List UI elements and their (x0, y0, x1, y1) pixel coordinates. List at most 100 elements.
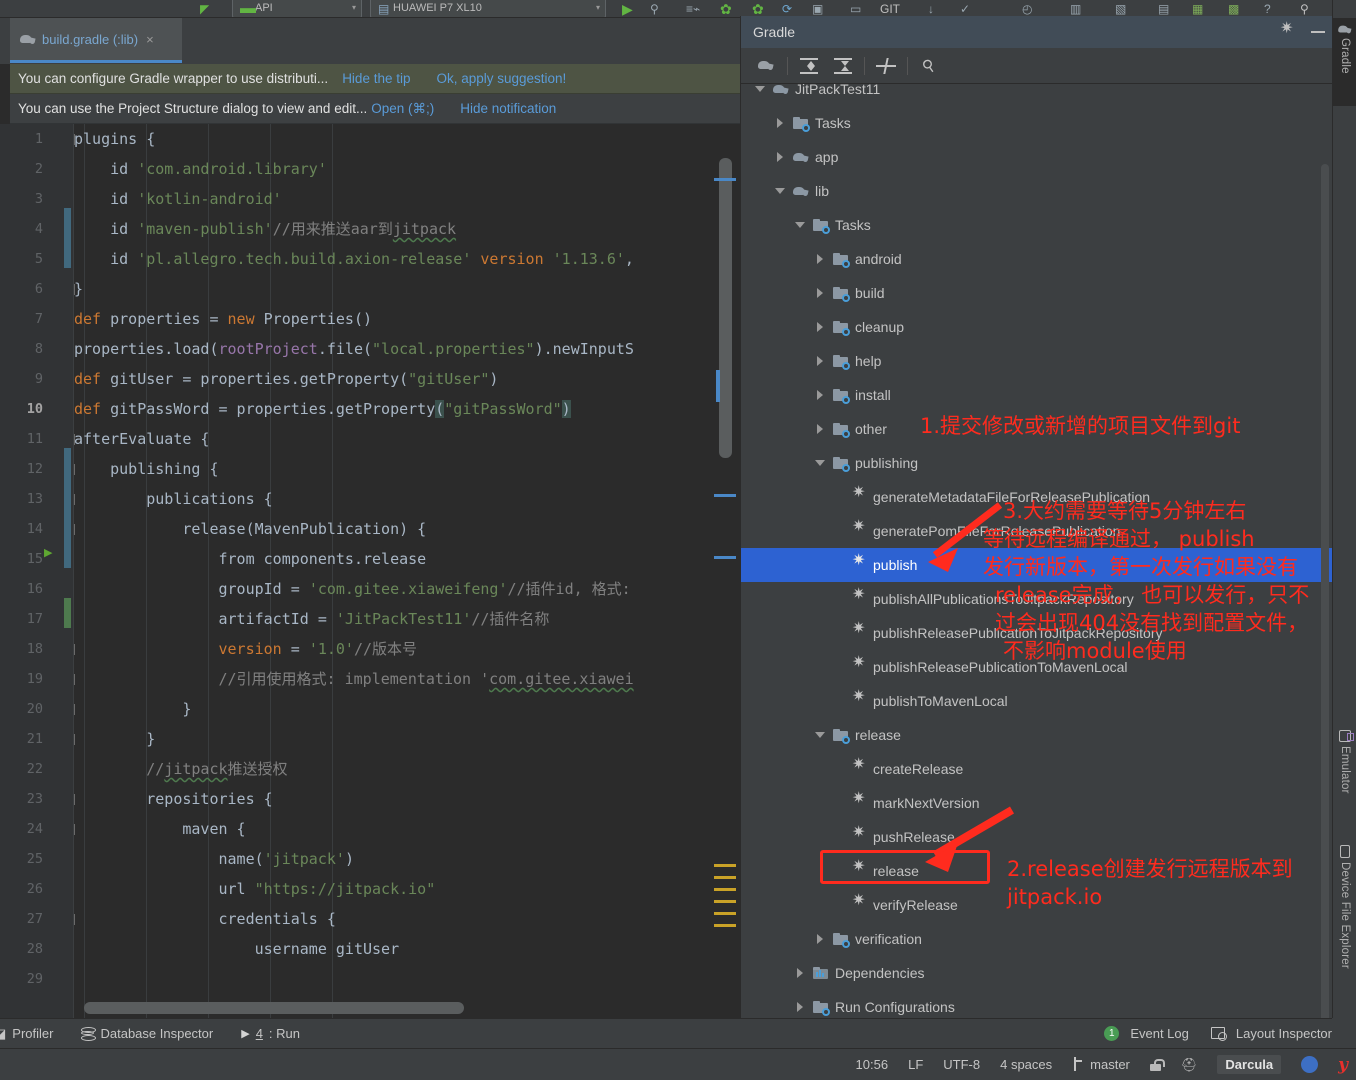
tree-item-other[interactable]: other (741, 412, 1333, 446)
run-gutter-icon[interactable]: ▶ (44, 538, 52, 568)
status-branch[interactable]: master (1072, 1057, 1130, 1072)
bottom-button-event-log[interactable]: 1 Event Log (1104, 1025, 1189, 1041)
tree-item-marknextversion[interactable]: markNextVersion (741, 786, 1333, 820)
chevron-right-icon[interactable] (815, 423, 827, 435)
tree-item-tasks[interactable]: Tasks (741, 208, 1333, 242)
chevron-right-icon[interactable] (815, 287, 827, 299)
device-combo[interactable]: HUAWEI P7 XL10 ▾ (370, 0, 606, 17)
collapse-all-icon[interactable] (826, 52, 860, 80)
bottom-button-run[interactable]: ▶ 4: Run (241, 1026, 300, 1041)
hide-notification-link[interactable]: Hide notification (460, 101, 556, 116)
tree-item-install[interactable]: install (741, 378, 1333, 412)
lock-icon[interactable] (1149, 1058, 1165, 1071)
strip-button-emulator[interactable]: Emulator (1333, 730, 1356, 794)
bottom-button-profiler[interactable]: ◪ Profiler (0, 1026, 53, 1042)
tree-item-pushrelease[interactable]: pushRelease (741, 820, 1333, 854)
status-theme[interactable]: Darcula (1217, 1055, 1282, 1074)
tree-item-createrelease[interactable]: createRelease (741, 752, 1333, 786)
toggle-offline-icon[interactable] (869, 52, 903, 80)
tree-item-release[interactable]: release (741, 718, 1333, 752)
fold-marker[interactable]: ▾ (74, 824, 75, 835)
strip-button-device-file-explorer[interactable]: Device File Explorer (1333, 845, 1356, 969)
chevron-right-icon[interactable] (815, 389, 827, 401)
chevron-right-icon[interactable] (815, 933, 827, 945)
tree-item-android[interactable]: android (741, 242, 1333, 276)
fold-marker[interactable]: ▾ (74, 914, 75, 925)
tree-item-publishreleasepublicationtomavenlocal[interactable]: publishReleasePublicationToMavenLocal (741, 650, 1333, 684)
tree-item-publishreleasepublicationtojitpackrepository[interactable]: publishReleasePublicationToJitpackReposi… (741, 616, 1333, 650)
chevron-right-icon[interactable] (815, 355, 827, 367)
inspector-hat-icon[interactable]: ⛑ (1181, 1057, 1198, 1073)
close-icon[interactable]: × (146, 32, 154, 47)
tree-item-publishtomavenlocal[interactable]: publishToMavenLocal (741, 684, 1333, 718)
tree-item-generatepomfileforreleasepublication[interactable]: generatePomFileForReleasePublication (741, 514, 1333, 548)
status-line-separator[interactable]: LF (908, 1057, 923, 1072)
tree-item-cleanup[interactable]: cleanup (741, 310, 1333, 344)
avd-icon[interactable]: ✿ (720, 0, 732, 17)
chevron-right-icon[interactable] (815, 253, 827, 265)
chevron-down-icon[interactable] (795, 219, 807, 231)
tree-item-publish[interactable]: publish (741, 548, 1333, 582)
tree-item-publishallpublicationstojitpackrepository[interactable]: publishAllPublicationsToJitpackRepositor… (741, 582, 1333, 616)
fold-marker[interactable]: ▾ (74, 434, 75, 445)
chevron-down-icon[interactable] (775, 185, 787, 197)
wrench-icon[interactable]: ⚲ (912, 52, 946, 80)
strip-button-gradle[interactable]: Gradle (1333, 18, 1356, 106)
gradle-refresh-icon[interactable] (749, 52, 783, 80)
editor-horizontal-scrollbar[interactable] (84, 1002, 464, 1014)
hide-the-tip-link[interactable]: Hide the tip (342, 71, 410, 86)
fold-marker[interactable]: ▾ (74, 644, 75, 655)
gradle-task-tree[interactable]: JitPackTest11 Tasks app lib Tasks android buil… (741, 84, 1333, 1018)
status-indent[interactable]: 4 spaces (1000, 1057, 1052, 1072)
tree-item-verifyrelease[interactable]: verifyRelease (741, 888, 1333, 922)
chevron-right-icon[interactable] (795, 1001, 807, 1013)
chevron-down-icon[interactable] (815, 729, 827, 741)
fold-marker[interactable]: ▴ (74, 284, 75, 295)
fold-marker[interactable]: ▾ (74, 494, 75, 505)
profile-icon[interactable]: ≡⌁ (686, 0, 700, 17)
minimize-icon[interactable] (1311, 31, 1325, 33)
tree-item-verification[interactable]: verification (741, 922, 1333, 956)
editor-tab-build-gradle[interactable]: build.gradle (:lib) × (10, 18, 182, 63)
chevron-right-icon[interactable] (775, 151, 787, 163)
apply-suggestion-link[interactable]: Ok, apply suggestion! (436, 71, 566, 86)
fold-marker[interactable]: ▴ (74, 704, 75, 715)
tree-scrollbar[interactable] (1321, 164, 1329, 1018)
tree-item-release[interactable]: release (741, 854, 1333, 888)
tree-item-run-configurations[interactable]: Run Configurations (741, 990, 1333, 1018)
chevron-right-icon[interactable] (775, 117, 787, 129)
avatar[interactable] (1301, 1056, 1319, 1073)
editor-gutter[interactable]: ▶ 1 2 3 4 5 6 7 8 9 10 11 12 13 14 15 16 17 18 19 20 21 22 23 2… (0, 124, 74, 1018)
fold-marker[interactable]: ▾ (74, 464, 75, 475)
tree-item-publishing[interactable]: publishing (741, 446, 1333, 480)
fold-marker[interactable]: ▾ (74, 134, 75, 145)
editor-scrollbar-thumb[interactable] (719, 158, 732, 458)
fold-marker[interactable]: ▴ (74, 674, 75, 685)
tree-item-jitpacktest11[interactable]: JitPackTest11 (741, 84, 1333, 106)
youdao-icon[interactable]: y (1338, 1055, 1348, 1075)
status-encoding[interactable]: UTF-8 (943, 1057, 980, 1072)
debug-icon[interactable]: ⚲ (650, 0, 659, 17)
fold-marker[interactable]: ▾ (74, 524, 75, 535)
tree-item-app[interactable]: app (741, 140, 1333, 174)
fold-marker[interactable]: ▴ (74, 734, 75, 745)
chevron-right-icon[interactable] (815, 321, 827, 333)
run-icon[interactable]: ▶ (622, 0, 633, 17)
tree-item-lib[interactable]: lib (741, 174, 1333, 208)
code-content[interactable]: plugins { id 'com.android.library' id 'k… (74, 124, 720, 1018)
bottom-button-layout-inspector[interactable]: Layout Inspector (1210, 1026, 1332, 1041)
gear-icon[interactable] (1280, 18, 1295, 39)
tree-item-help[interactable]: help (741, 344, 1333, 378)
tree-item-dependencies[interactable]: Dependencies (741, 956, 1333, 990)
fold-marker[interactable]: ▾ (74, 794, 75, 805)
back-arrow-icon[interactable]: ◤ (200, 0, 209, 17)
chevron-down-icon[interactable] (755, 84, 767, 95)
chevron-right-icon[interactable] (795, 967, 807, 979)
tree-item-generatemetadatafileforreleasepublication[interactable]: generateMetadataFileForReleasePublicatio… (741, 480, 1333, 514)
chevron-down-icon[interactable] (815, 457, 827, 469)
bottom-button-database-inspector[interactable]: Database Inspector (81, 1026, 213, 1041)
tree-item-tasks[interactable]: Tasks (741, 106, 1333, 140)
open-project-structure-link[interactable]: Open (⌘;) (371, 101, 434, 117)
tree-item-build[interactable]: build (741, 276, 1333, 310)
expand-all-icon[interactable] (792, 52, 826, 80)
